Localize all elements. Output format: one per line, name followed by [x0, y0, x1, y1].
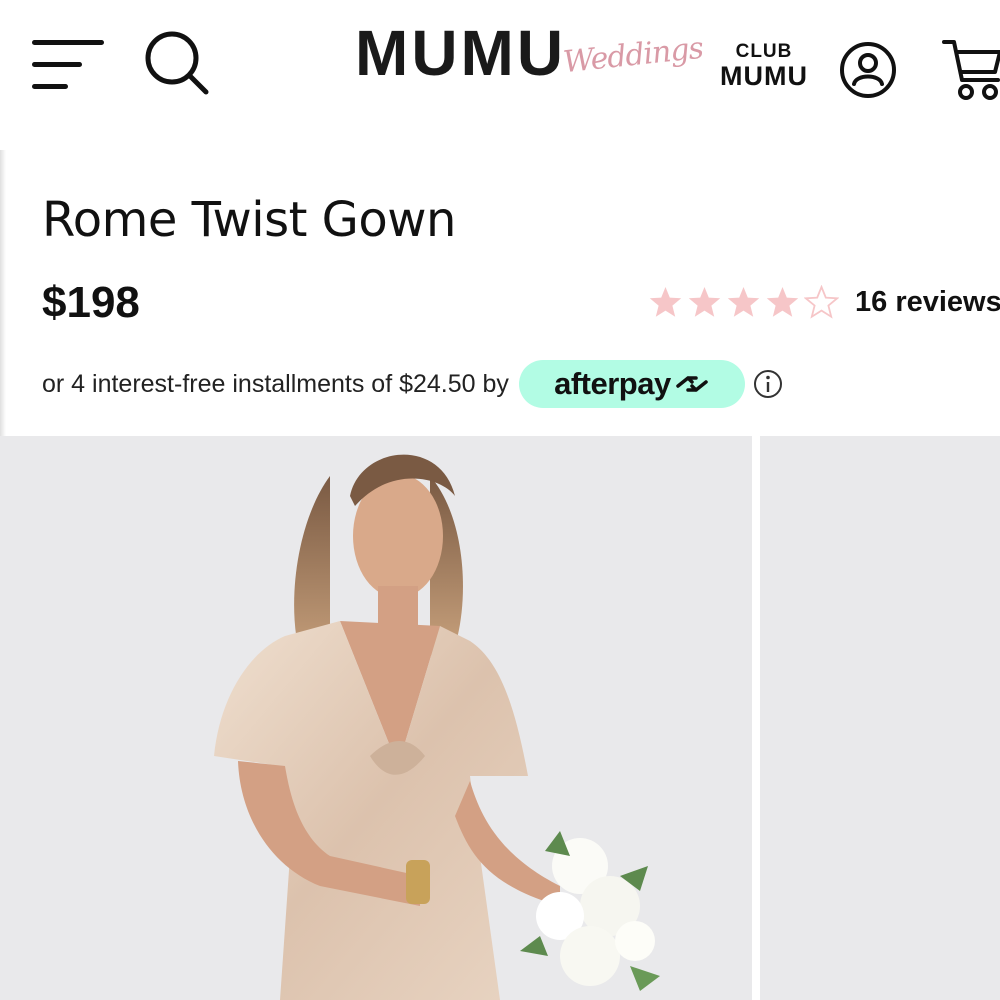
star-filled-icon	[688, 286, 721, 317]
star-filled-icon	[727, 286, 760, 317]
menu-icon[interactable]	[32, 38, 106, 92]
star-filled-icon	[649, 286, 682, 317]
search-icon[interactable]	[140, 26, 212, 98]
rating-stars	[648, 284, 839, 320]
model-photo	[0, 436, 752, 1000]
installments-row: or 4 interest-free installments of $24.5…	[42, 360, 783, 408]
rating-link[interactable]: 16 reviews	[648, 282, 1000, 322]
installments-text: or 4 interest-free installments of $24.5…	[42, 369, 509, 398]
brand-script: Weddings	[561, 30, 705, 81]
menu-line	[32, 62, 82, 67]
product-gallery	[0, 436, 1000, 1000]
account-icon[interactable]	[838, 40, 898, 100]
afterpay-label: afterpay	[554, 366, 671, 401]
star-filled-icon	[766, 286, 799, 317]
menu-line	[32, 40, 104, 45]
site-header: MUMU Weddings CLUB MUMU	[0, 0, 1000, 140]
afterpay-badge[interactable]: afterpay	[518, 360, 745, 408]
club-label-bottom: MUMU	[720, 61, 808, 91]
brand-logo[interactable]: MUMU Weddings	[355, 10, 705, 120]
cart-icon[interactable]	[940, 34, 1000, 104]
info-icon[interactable]	[753, 369, 783, 399]
afterpay-arrows-icon	[675, 376, 708, 392]
product-title: Rome Twist Gown	[42, 192, 456, 248]
club-mumu-link[interactable]: CLUB MUMU	[718, 41, 810, 91]
product-image-next[interactable]	[760, 436, 1000, 1000]
brand-wordmark: MUMU	[355, 17, 567, 89]
product-image-main[interactable]	[0, 436, 752, 1000]
menu-line	[32, 84, 68, 89]
star-empty-icon	[804, 284, 839, 319]
club-label-top: CLUB	[735, 41, 793, 62]
panel-edge-shadow	[0, 150, 6, 440]
reviews-count: 16 reviews	[855, 285, 1000, 318]
product-price: $198	[42, 278, 140, 327]
